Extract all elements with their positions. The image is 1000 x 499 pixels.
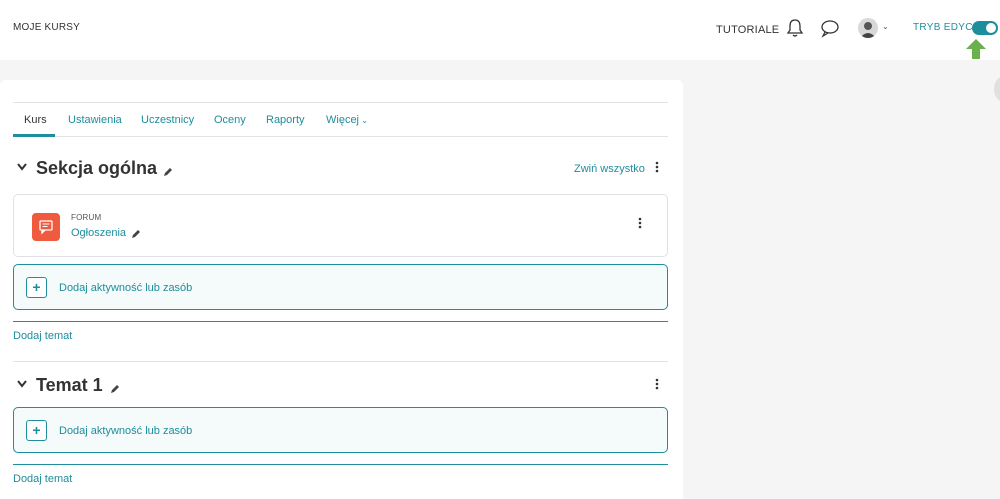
add-activity-button[interactable]: + Dodaj aktywność lub zasób	[13, 407, 668, 453]
chevron-down-icon: ⌄	[359, 116, 368, 125]
add-activity-label: Dodaj aktywność lub zasób	[59, 282, 193, 294]
section-divider	[13, 321, 668, 322]
tab-wiecej-label: Więcej	[326, 114, 360, 126]
pencil-icon[interactable]	[110, 384, 120, 394]
add-topic-link[interactable]: Dodaj temat	[13, 473, 72, 485]
up-arrow-icon	[966, 39, 986, 59]
chevron-down-icon[interactable]	[17, 380, 27, 388]
activity-forum: FORUM Ogłoszenia	[13, 194, 668, 257]
section-separator	[13, 361, 668, 362]
pencil-icon[interactable]	[163, 167, 173, 177]
kebab-menu-icon[interactable]	[655, 378, 659, 390]
section-topic-1-header: Temat 1	[13, 375, 668, 405]
drawer-handle[interactable]	[994, 76, 1000, 102]
chevron-down-icon[interactable]	[17, 163, 27, 171]
pencil-icon[interactable]	[131, 229, 141, 239]
course-tabs: Kurs Ustawienia Uczestnicy Oceny Raporty…	[13, 102, 668, 137]
tab-ustawienia[interactable]: Ustawienia	[68, 114, 122, 126]
my-courses-link[interactable]: MOJE KURSY	[13, 22, 80, 33]
add-activity-label: Dodaj aktywność lub zasób	[59, 425, 193, 437]
forum-icon	[32, 213, 60, 241]
add-topic-link[interactable]: Dodaj temat	[13, 330, 72, 342]
tab-raporty[interactable]: Raporty	[266, 114, 305, 126]
plus-icon: +	[26, 277, 47, 298]
kebab-menu-icon[interactable]	[638, 217, 642, 229]
activity-type: FORUM	[71, 213, 102, 222]
plus-icon: +	[26, 420, 47, 441]
tab-kurs[interactable]: Kurs	[24, 114, 47, 126]
bell-icon[interactable]	[786, 18, 804, 38]
top-navbar: MOJE KURSY TUTORIALE ⌄ TRYB EDYCJI	[0, 0, 1000, 60]
kebab-menu-icon[interactable]	[655, 161, 659, 173]
tab-wiecej[interactable]: Więcej ⌄	[326, 114, 368, 126]
edit-mode-toggle[interactable]	[972, 21, 998, 35]
tab-oceny[interactable]: Oceny	[214, 114, 246, 126]
tab-uczestnicy[interactable]: Uczestnicy	[141, 114, 194, 126]
course-content-card: Kurs Ustawienia Uczestnicy Oceny Raporty…	[0, 80, 683, 499]
active-tab-indicator	[13, 134, 55, 137]
collapse-all-link[interactable]: Zwiń wszystko	[574, 163, 645, 175]
section-general-header: Sekcja ogólna Zwiń wszystko	[13, 158, 668, 188]
tutorials-link[interactable]: TUTORIALE	[716, 24, 779, 36]
user-silhouette-icon	[860, 22, 876, 38]
section-title: Sekcja ogólna	[36, 158, 158, 178]
section-divider	[13, 464, 668, 465]
activity-name-link[interactable]: Ogłoszenia	[71, 227, 126, 239]
avatar[interactable]	[858, 18, 878, 38]
chat-icon[interactable]	[820, 19, 840, 38]
edit-mode-label: TRYB EDYCJI	[913, 22, 982, 33]
section-title: Temat 1	[36, 375, 103, 395]
add-activity-button[interactable]: + Dodaj aktywność lub zasób	[13, 264, 668, 310]
chevron-down-icon[interactable]: ⌄	[882, 22, 889, 31]
toggle-knob	[986, 23, 996, 33]
